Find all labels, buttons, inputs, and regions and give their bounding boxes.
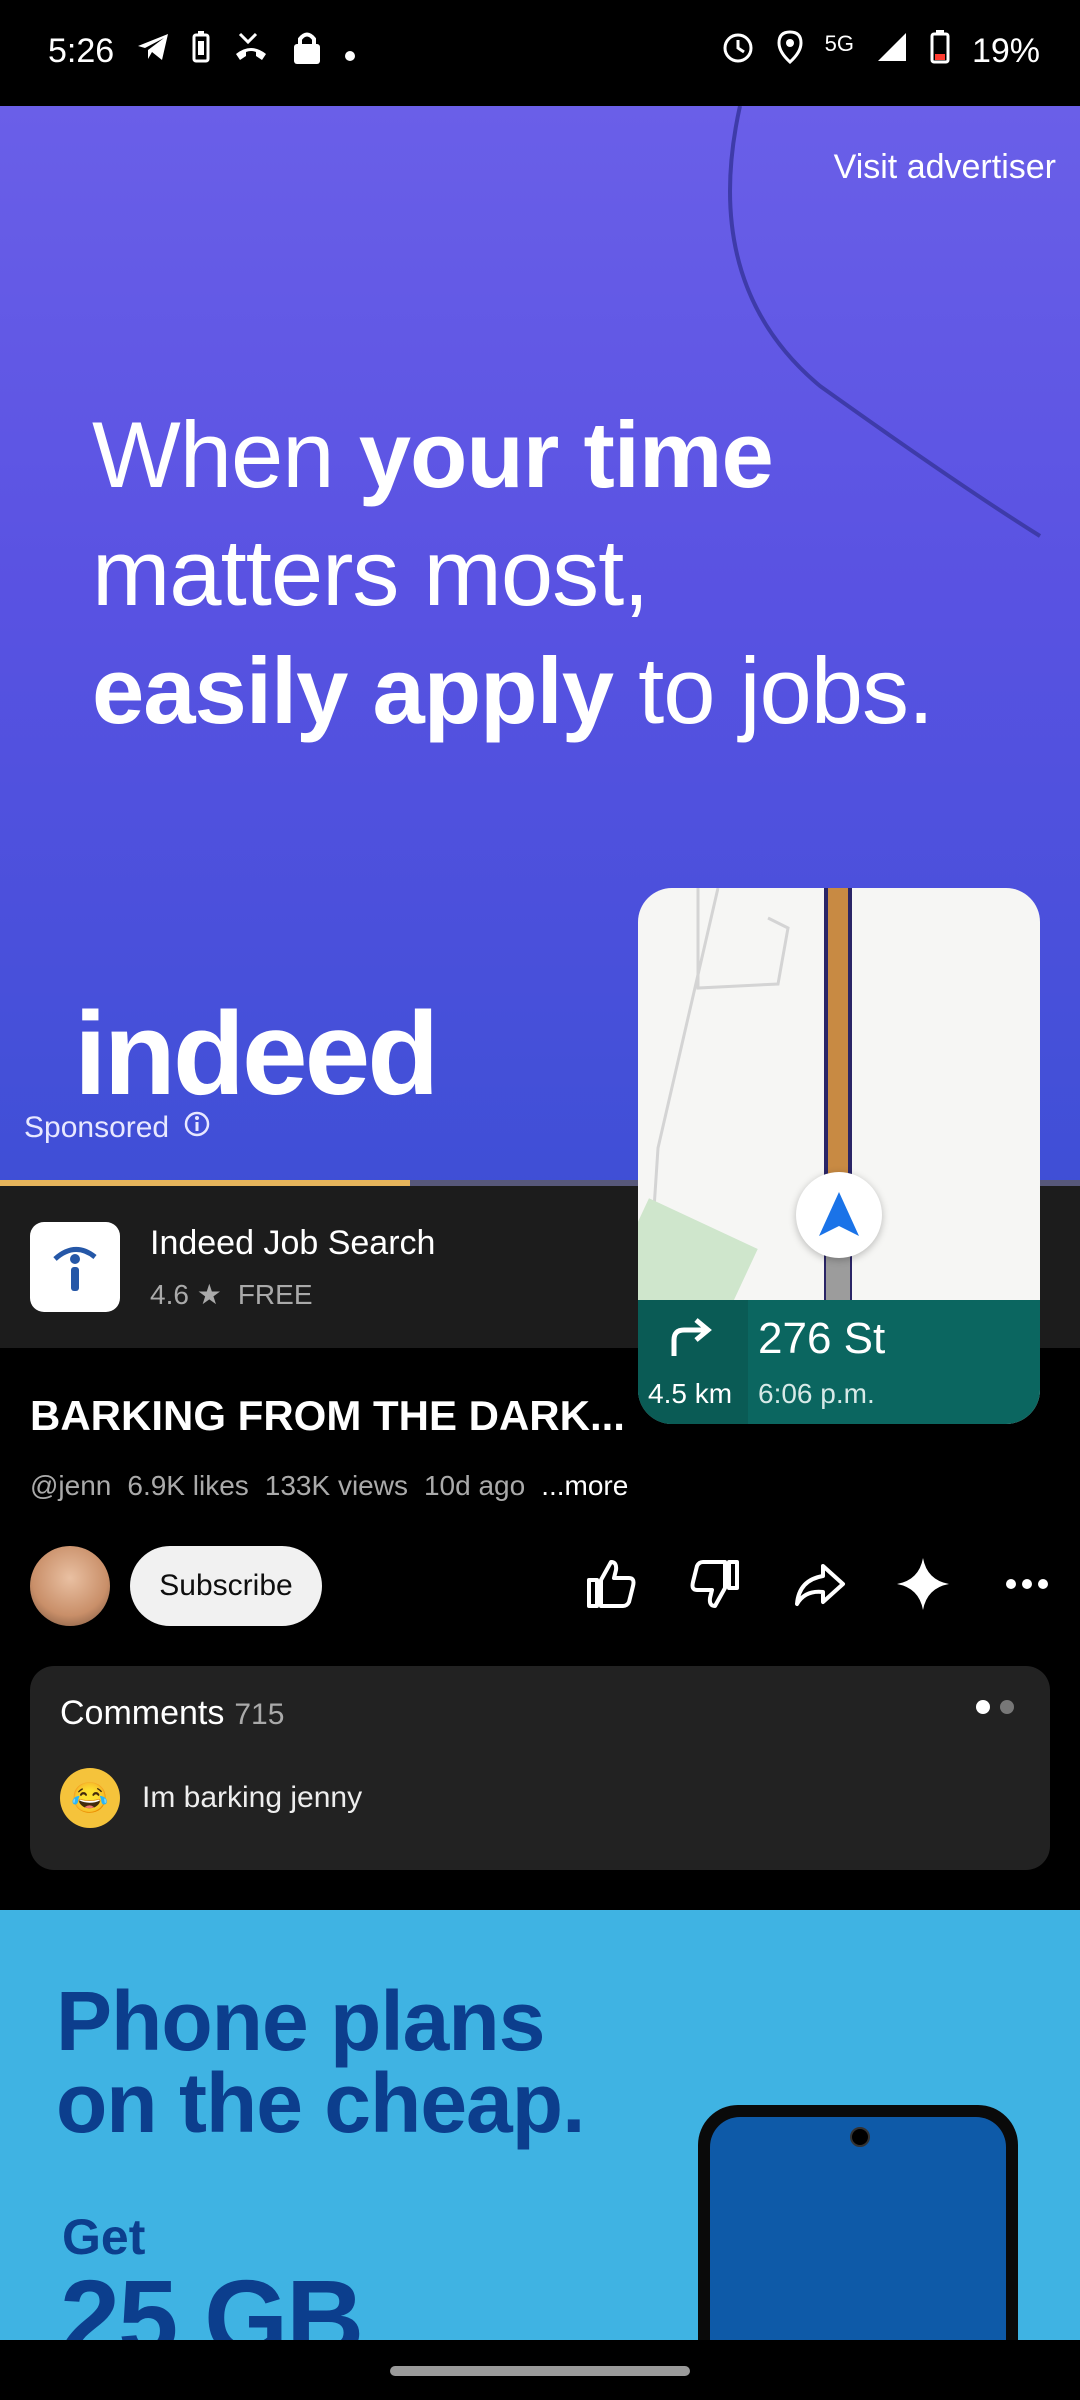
app-price: FREE xyxy=(237,1278,313,1310)
telegram-icon xyxy=(136,32,170,71)
app-meta: 4.6 ★ FREE xyxy=(150,1278,313,1311)
ad-headline-line-1: When your time xyxy=(92,396,992,514)
video-title[interactable]: BARKING FROM THE DARK... xyxy=(30,1392,625,1440)
ad-headline-part: When xyxy=(92,402,359,507)
info-icon[interactable] xyxy=(183,1110,211,1146)
avatar[interactable] xyxy=(30,1546,110,1626)
more-link[interactable]: ...more xyxy=(541,1470,628,1502)
ad-headline-line-2: matters most, xyxy=(92,520,649,625)
ad2-data-amount: 25 GB xyxy=(60,2257,364,2340)
video-meta[interactable]: @jenn 6.9K likes 133K views 10d ago ...m… xyxy=(30,1470,628,1502)
comments-panel[interactable]: Comments 715 😂 Im barking jenny xyxy=(30,1666,1050,1870)
share-icon xyxy=(791,1556,847,1617)
status-right: 5G 19% xyxy=(721,30,1040,73)
channel-handle[interactable]: @jenn xyxy=(30,1470,111,1502)
app-rating-value: 4.6 xyxy=(150,1279,189,1310)
share-button[interactable] xyxy=(786,1546,852,1626)
ad-headline-part: to jobs. xyxy=(612,638,934,743)
comments-count: 715 xyxy=(234,1698,285,1731)
alarm-icon xyxy=(721,30,755,73)
network-type: 5G xyxy=(824,30,854,56)
home-gesture-pill[interactable] xyxy=(390,2366,690,2376)
view-count: 133K views xyxy=(264,1470,408,1501)
channel-row: Subscribe xyxy=(0,1540,1080,1636)
thumbs-down-icon xyxy=(687,1556,743,1617)
location-icon xyxy=(777,30,803,73)
notification-dot-icon xyxy=(344,32,356,71)
comments-label: Comments xyxy=(60,1694,225,1732)
status-left: 5:26 xyxy=(48,30,356,73)
system-nav-bar xyxy=(0,2340,1080,2400)
thumbs-up-icon xyxy=(583,1556,639,1617)
comments-pager-dots xyxy=(976,1700,1014,1714)
turn-box: 4.5 km xyxy=(638,1300,748,1424)
street-name: 276 St xyxy=(758,1314,886,1363)
turn-distance: 4.5 km xyxy=(648,1378,733,1409)
remix-button[interactable] xyxy=(890,1546,956,1626)
battery-saver-icon xyxy=(192,31,210,72)
status-time: 5:26 xyxy=(48,32,115,70)
star-icon: ★ xyxy=(196,1279,222,1310)
ad2-headline: Phone plans on the cheap. xyxy=(56,1974,816,2145)
top-comment: 😂 Im barking jenny xyxy=(60,1768,362,1828)
sponsored-text: Sponsored xyxy=(24,1111,170,1144)
phone-screen xyxy=(710,2117,1006,2340)
upload-age: 10d ago xyxy=(423,1470,526,1501)
like-button[interactable] xyxy=(578,1546,644,1626)
ad-headline: When your time matters most, easily appl… xyxy=(92,396,992,750)
sponsored-label[interactable]: Sponsored xyxy=(24,1110,211,1146)
action-bar xyxy=(578,1546,1060,1626)
like-count: 6.9K likes xyxy=(127,1470,249,1501)
more-icon xyxy=(1004,1577,1050,1596)
more-options-button[interactable] xyxy=(994,1546,1060,1626)
signal-icon xyxy=(876,31,908,72)
sparkle-icon xyxy=(895,1556,951,1617)
subscribe-button[interactable]: Subscribe xyxy=(130,1546,322,1626)
app-rating: 4.6 ★ xyxy=(150,1278,222,1311)
missed-call-icon xyxy=(232,32,270,71)
indeed-app-icon xyxy=(30,1222,120,1312)
turn-right-icon xyxy=(668,1318,714,1363)
phone-image xyxy=(698,2105,1018,2340)
phone-camera xyxy=(850,2127,870,2147)
battery-icon xyxy=(930,30,950,73)
pager-dot xyxy=(976,1700,990,1714)
ad-headline-bold: easily apply xyxy=(92,638,614,743)
lock-icon xyxy=(292,30,322,73)
ad2-headline-line-1: Phone plans xyxy=(56,1974,545,2068)
indeed-logo: indeed xyxy=(74,988,439,1120)
navigation-arrow-icon xyxy=(796,1172,882,1258)
dislike-button[interactable] xyxy=(682,1546,748,1626)
commenter-avatar-icon: 😂 xyxy=(60,1768,120,1828)
arrival-time: 6:06 p.m. xyxy=(758,1378,875,1409)
top-comment-text: Im barking jenny xyxy=(142,1781,363,1814)
pager-dot xyxy=(1000,1700,1014,1714)
ad-headline-bold: your time xyxy=(358,402,774,507)
comments-header: Comments 715 xyxy=(60,1694,284,1733)
battery-percent: 19% xyxy=(971,32,1040,70)
nav-instruction-panel: 4.5 km 276 St 6:06 p.m. xyxy=(638,1300,1040,1424)
app-name: Indeed Job Search xyxy=(150,1224,436,1262)
ad-phone-plans[interactable]: Phone plans on the cheap. Get 25 GB xyxy=(0,1910,1080,2340)
status-bar: 5:26 5G 19% xyxy=(0,0,1080,106)
ad-headline-line-3: easily apply to jobs. xyxy=(92,632,992,750)
pip-navigation-window[interactable]: 4.5 km 276 St 6:06 p.m. xyxy=(638,888,1040,1424)
visit-advertiser-button[interactable]: Visit advertiser xyxy=(834,148,1056,187)
